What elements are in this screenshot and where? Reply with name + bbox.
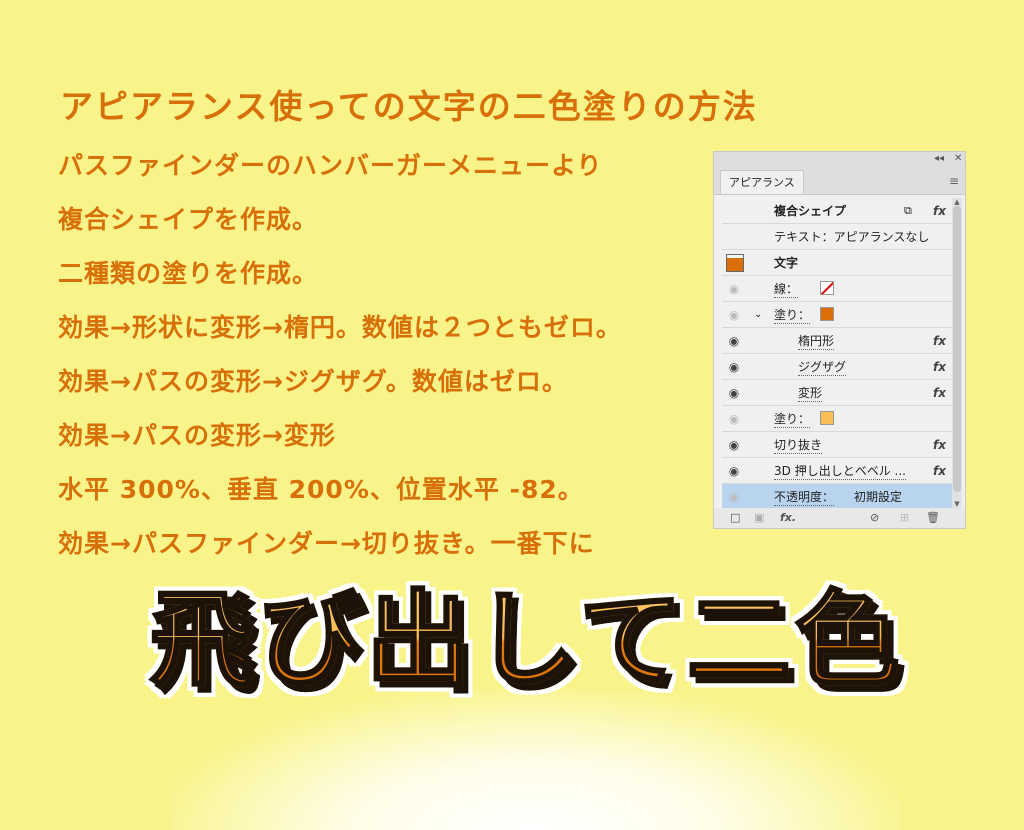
eye-icon[interactable]: ◉ [726,380,742,406]
scroll-down-icon[interactable]: ▼ [952,500,962,508]
instruction-line: 効果→形状に変形→楕円。数値は２つともゼロ。 [58,313,622,342]
row-label: 複合シェイプ [774,204,847,218]
eye-icon[interactable]: ◉ [726,328,742,354]
fx-icon[interactable]: fx [933,328,946,354]
row-label: テキスト：アピアランスなし [774,230,930,244]
duplicate-item-icon[interactable]: ⊞ [900,511,909,524]
eye-icon[interactable]: ◉ [726,458,742,484]
collapse-icon[interactable]: ◂◂ [934,152,944,166]
row-label: ジグザグ [798,360,847,376]
instruction-line: 二種類の塗りを作成。 [58,259,319,288]
eye-icon[interactable]: ◉ [726,276,742,302]
compound-shape-icon: ⧉ [904,204,912,217]
new-fill-icon[interactable]: ▣ [754,511,764,524]
scroll-thumb[interactable] [953,206,961,492]
instruction-line: 効果→パスの変形→ジグザグ。数値はゼロ。 [58,367,568,396]
row-label: 変形 [798,386,823,402]
new-stroke-icon[interactable]: □ [730,511,740,524]
row-label: 塗り： [774,412,811,428]
bottom-glow [170,690,900,830]
eye-icon[interactable]: ◉ [726,432,742,458]
fx-icon[interactable]: fx [933,354,946,380]
sample-3d-text: 飛び出して二色 [149,579,903,702]
row-label: 線： [774,282,799,298]
instruction-line: 複合シェイプを作成。 [58,205,319,234]
scroll-up-icon[interactable]: ▲ [952,198,962,206]
fill-swatch-dark[interactable] [820,307,834,321]
row-3d-extrude[interactable]: ◉ 3D 押し出しとベベル ... fx [722,458,952,484]
eye-icon[interactable]: ◉ [726,484,742,510]
row-label: 不透明度： [774,490,835,506]
row-characters[interactable]: 文字 [722,250,952,276]
row-label: 楕円形 [798,334,835,350]
row-transform[interactable]: ◉ 変形 fx [722,380,952,406]
row-zigzag[interactable]: ◉ ジグザグ fx [722,354,952,380]
row-compound-shape[interactable]: 複合シェイプ ⧉ fx [722,198,952,224]
row-fill-2[interactable]: ◉ 塗り： [722,406,952,432]
trash-icon[interactable]: 🗑 [926,511,940,524]
fx-icon[interactable]: fx [933,458,946,484]
fx-icon[interactable]: fx [933,432,946,458]
row-label: 塗り： [774,308,811,324]
instruction-line: 効果→パスファインダー→切り抜き。一番下に [58,529,595,558]
stroke-none-swatch[interactable] [820,281,834,295]
appearance-rows: 複合シェイプ ⧉ fx テキスト：アピアランスなし 文字 ◉ 線： ◉ ⌄ 塗り… [722,198,952,510]
instruction-list: パスファインダーのハンバーガーメニューより 複合シェイプを作成。 二種類の塗りを… [58,146,622,578]
instruction-line: 効果→パスの変形→変形 [58,421,336,450]
panel-tabrow: アピアランス ≡ [714,166,965,195]
eye-icon[interactable]: ◉ [726,354,742,380]
panel-titlebar: ◂◂ ✕ [714,152,965,166]
row-crop[interactable]: ◉ 切り抜き fx [722,432,952,458]
appearance-panel: ◂◂ ✕ アピアランス ≡ 複合シェイプ ⧉ fx テキスト：アピアランスなし … [713,151,966,529]
row-label: 文字 [774,256,799,270]
fx-icon[interactable]: fx [933,198,946,224]
panel-menu-icon[interactable]: ≡ [949,174,959,188]
row-ellipse[interactable]: ◉ 楕円形 fx [722,328,952,354]
eye-icon[interactable]: ◉ [726,406,742,432]
row-label: 3D 押し出しとベベル ... [774,464,906,480]
fx-icon[interactable]: fx [933,380,946,406]
page-title: アピアランス使っての文字の二色塗りの方法 [60,87,758,126]
tab-appearance[interactable]: アピアランス [720,170,804,194]
eye-icon[interactable]: ◉ [726,302,742,328]
fill-swatch-light[interactable] [820,411,834,425]
instruction-line: 水平 300%、垂直 200%、位置水平 -82。 [58,475,584,504]
characters-thumbnail [726,254,744,272]
row-label: 切り抜き [774,438,823,454]
panel-footer: □ ▣ fx. ⊘ ⊞ 🗑 [714,508,965,528]
panel-scrollbar[interactable]: ▲ ▼ [952,198,962,508]
chevron-down-icon[interactable]: ⌄ [754,302,762,328]
close-icon[interactable]: ✕ [954,152,962,166]
opacity-value: 初期設定 [854,490,903,504]
row-text-appearance[interactable]: テキスト：アピアランスなし [722,224,952,250]
add-effect-button[interactable]: fx. [780,511,796,524]
row-stroke[interactable]: ◉ 線： [722,276,952,302]
clear-appearance-icon[interactable]: ⊘ [870,511,879,524]
row-opacity[interactable]: ◉ 不透明度： 初期設定 [722,484,952,510]
row-fill-1[interactable]: ◉ ⌄ 塗り： [722,302,952,328]
instruction-line: パスファインダーのハンバーガーメニューより [58,151,603,180]
